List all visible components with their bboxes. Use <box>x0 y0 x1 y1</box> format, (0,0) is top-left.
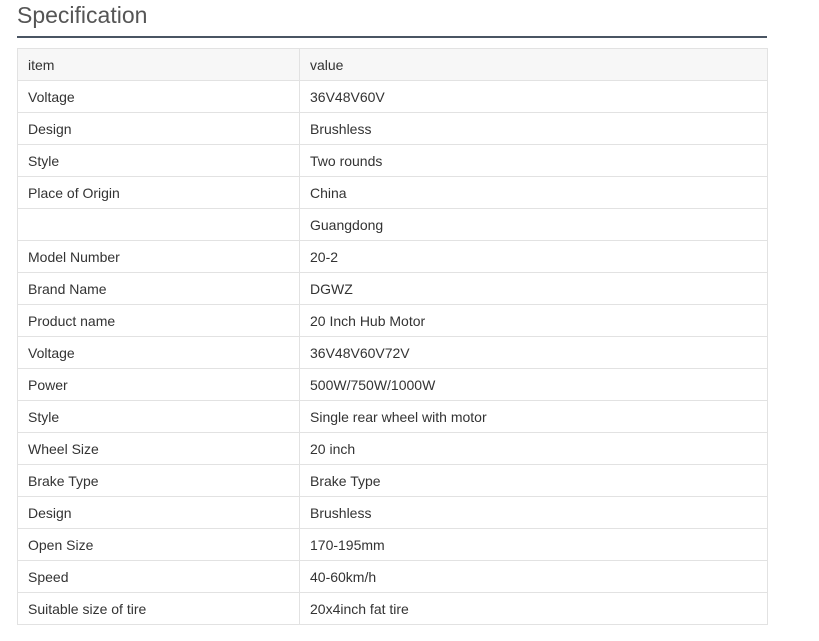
table-row: Design Brushless <box>17 112 768 145</box>
header-item: item <box>17 48 300 81</box>
item-cell: Style <box>17 144 300 177</box>
value-cell: 20 Inch Hub Motor <box>299 304 768 337</box>
value-cell: 36V48V60V72V <box>299 336 768 369</box>
value-cell: 20 inch <box>299 432 768 465</box>
table-header-row: item value <box>17 48 768 81</box>
item-cell: Design <box>17 496 300 529</box>
table-row: Voltage 36V48V60V72V <box>17 336 768 369</box>
table-row: Product name 20 Inch Hub Motor <box>17 304 768 337</box>
table-row: Brand Name DGWZ <box>17 272 768 305</box>
spec-table: item value Voltage 36V48V60V Design Brus… <box>17 48 768 625</box>
table-row: Design Brushless <box>17 496 768 529</box>
table-row: Style Single rear wheel with motor <box>17 400 768 433</box>
item-cell: Model Number <box>17 240 300 273</box>
item-cell: Power <box>17 368 300 401</box>
table-row: Place of Origin China <box>17 176 768 209</box>
item-cell: Place of Origin <box>17 176 300 209</box>
value-cell: Brushless <box>299 112 768 145</box>
header-value: value <box>299 48 768 81</box>
item-cell <box>17 208 300 241</box>
item-cell: Brand Name <box>17 272 300 305</box>
value-cell: China <box>299 176 768 209</box>
section-title: Specification <box>17 2 148 28</box>
item-cell: Speed <box>17 560 300 593</box>
item-cell: Suitable size of tire <box>17 592 300 625</box>
value-cell: 500W/750W/1000W <box>299 368 768 401</box>
item-cell: Open Size <box>17 528 300 561</box>
value-cell: Brake Type <box>299 464 768 497</box>
specification-section: Specification item value Voltage 36V48V6… <box>17 0 768 625</box>
value-cell: Single rear wheel with motor <box>299 400 768 433</box>
value-cell: 170-195mm <box>299 528 768 561</box>
table-row: Speed 40-60km/h <box>17 560 768 593</box>
item-cell: Style <box>17 400 300 433</box>
value-cell: Two rounds <box>299 144 768 177</box>
value-cell: Brushless <box>299 496 768 529</box>
item-cell: Product name <box>17 304 300 337</box>
table-row: Brake Type Brake Type <box>17 464 768 497</box>
table-row: Model Number 20-2 <box>17 240 768 273</box>
item-cell: Design <box>17 112 300 145</box>
table-row: Open Size 170-195mm <box>17 528 768 561</box>
value-cell: 40-60km/h <box>299 560 768 593</box>
value-cell: DGWZ <box>299 272 768 305</box>
value-cell: Guangdong <box>299 208 768 241</box>
item-cell: Voltage <box>17 80 300 113</box>
table-row: Style Two rounds <box>17 144 768 177</box>
item-cell: Voltage <box>17 336 300 369</box>
value-cell: 36V48V60V <box>299 80 768 113</box>
value-cell: 20-2 <box>299 240 768 273</box>
table-row: Suitable size of tire 20x4inch fat tire <box>17 592 768 625</box>
table-row: Wheel Size 20 inch <box>17 432 768 465</box>
table-row: Guangdong <box>17 208 768 241</box>
item-cell: Brake Type <box>17 464 300 497</box>
value-cell: 20x4inch fat tire <box>299 592 768 625</box>
table-row: Voltage 36V48V60V <box>17 80 768 113</box>
title-divider <box>17 36 767 38</box>
item-cell: Wheel Size <box>17 432 300 465</box>
table-row: Power 500W/750W/1000W <box>17 368 768 401</box>
